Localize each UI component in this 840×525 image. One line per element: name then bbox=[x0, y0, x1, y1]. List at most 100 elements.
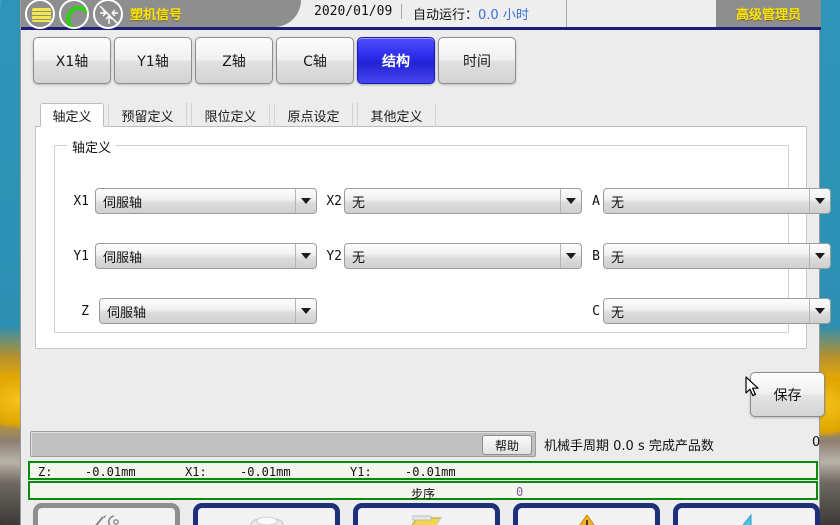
axis-select-value: 伺服轴 bbox=[103, 195, 143, 211]
axis-row: X1 伺服轴 X2 无 A 无 bbox=[55, 186, 831, 216]
nav-button-label: 结构 bbox=[382, 53, 410, 70]
chevron-down-icon[interactable] bbox=[809, 189, 830, 213]
axis-select-value: 无 bbox=[352, 195, 366, 211]
axis-row: Z 伺服轴 C 无 bbox=[55, 296, 831, 326]
nav-button-label: Y1轴 bbox=[137, 53, 169, 70]
tab-label: 其他定义 bbox=[370, 109, 423, 125]
axis-select-value: 无 bbox=[611, 195, 625, 211]
axis-label-c: C bbox=[592, 303, 600, 319]
nav-button-label: C轴 bbox=[303, 53, 327, 70]
axis-select-value: 无 bbox=[611, 305, 625, 321]
auto-runtime: 自动运行：0.0 小时 bbox=[413, 4, 529, 23]
nav-button-label: X1轴 bbox=[55, 53, 89, 70]
axis-definition-panel: 轴定义 X1 伺服轴 X2 无 A 无 Y1 伺服轴 Y2 无 B 无 Z 伺服轴 C 无 bbox=[35, 127, 831, 349]
nav-button-2[interactable]: Y1轴 bbox=[114, 37, 192, 84]
axis-select-y1[interactable]: 伺服轴 bbox=[95, 243, 317, 269]
auto-runtime-label: 自动运行： bbox=[413, 8, 479, 23]
chevron-down-icon[interactable] bbox=[560, 189, 581, 213]
monitor-button[interactable] bbox=[673, 503, 820, 525]
axis-readout-name: X1: bbox=[185, 465, 207, 479]
help-button[interactable]: 帮助 bbox=[482, 435, 532, 455]
axis-row: Y1 伺服轴 Y2 无 B 无 bbox=[55, 241, 831, 271]
nav-button-label: Z轴 bbox=[222, 53, 246, 70]
nav-button-4[interactable]: C轴 bbox=[276, 37, 354, 84]
axis-readout-value: -0.01mm bbox=[240, 465, 291, 479]
axis-definition-group: 轴定义 X1 伺服轴 X2 无 A 无 Y1 伺服轴 Y2 无 B 无 Z 伺服轴 C 无 bbox=[54, 137, 831, 333]
system-date: 2020/01/09 bbox=[314, 4, 403, 19]
bottom-toolbar bbox=[21, 503, 821, 525]
axis-select-x2[interactable]: 无 bbox=[344, 188, 582, 214]
sub-tab-row: 轴定义 预留定义 限位定义 原点设定 其他定义 bbox=[35, 103, 807, 127]
axis-label-a: A bbox=[592, 193, 600, 209]
nav-button-label: 时间 bbox=[463, 53, 491, 70]
cyan-wedge-icon bbox=[736, 513, 758, 525]
axis-label-y2: Y2 bbox=[326, 248, 342, 264]
nav-button-5[interactable]: 结构 bbox=[357, 37, 435, 84]
chevron-down-icon[interactable] bbox=[809, 299, 830, 323]
axis-label-z: Z bbox=[81, 303, 89, 319]
tab-label: 限位定义 bbox=[204, 109, 257, 125]
chevron-down-icon[interactable] bbox=[295, 299, 316, 323]
tab-2[interactable]: 预留定义 bbox=[108, 103, 187, 127]
file-button[interactable] bbox=[353, 503, 500, 525]
axis-readout-name: Z: bbox=[38, 465, 53, 479]
application-window: 塑机信号 2020/01/09 自动运行：0.0 小时 高级管理员 X1轴 Y1轴… bbox=[20, 0, 831, 525]
alarm-button[interactable] bbox=[513, 503, 660, 525]
axis-select-a[interactable]: 无 bbox=[603, 188, 831, 214]
chevron-down-icon[interactable] bbox=[560, 244, 581, 268]
axis-label-x1: X1 bbox=[73, 193, 89, 209]
axis-select-x1[interactable]: 伺服轴 bbox=[95, 188, 317, 214]
wrench-pen-icon bbox=[90, 514, 124, 525]
nav-button-6[interactable]: 时间 bbox=[438, 37, 516, 84]
save-button[interactable]: 保存 bbox=[750, 372, 825, 417]
folder-icon bbox=[407, 514, 447, 525]
axis-readout-value: -0.01mm bbox=[405, 465, 456, 479]
axis-label-x2: X2 bbox=[326, 193, 342, 209]
tab-label: 原点设定 bbox=[287, 109, 340, 125]
nav-button-1[interactable]: X1轴 bbox=[33, 37, 111, 84]
chevron-down-icon[interactable] bbox=[295, 189, 316, 213]
header-bar: 塑机信号 2020/01/09 自动运行：0.0 小时 高级管理员 bbox=[21, 0, 821, 30]
axis-select-value: 无 bbox=[611, 250, 625, 266]
tab-4[interactable]: 原点设定 bbox=[274, 103, 353, 127]
hand-icon bbox=[25, 0, 55, 29]
no-entry-arrows-icon bbox=[93, 0, 123, 29]
header-divider bbox=[566, 0, 567, 27]
axis-select-value: 伺服轴 bbox=[103, 250, 143, 266]
tab-label: 轴定义 bbox=[52, 109, 92, 125]
tools-button[interactable] bbox=[33, 503, 180, 525]
axis-select-value: 伺服轴 bbox=[107, 305, 147, 321]
axis-select-c[interactable]: 无 bbox=[603, 298, 831, 324]
axis-readout-bar: Z: -0.01mm X1: -0.01mm Y1: -0.01mm bbox=[28, 461, 818, 480]
axis-select-y2[interactable]: 无 bbox=[344, 243, 582, 269]
axis-readout-value: -0.01mm bbox=[85, 465, 136, 479]
auto-runtime-value: 0.0 bbox=[478, 8, 499, 23]
molding-signal-label: 塑机信号 bbox=[130, 8, 183, 23]
tab-1[interactable]: 轴定义 bbox=[40, 103, 104, 127]
axis-nav-row: X1轴 Y1轴 Z轴 C轴 结构 时间 bbox=[21, 33, 821, 87]
cycle-info: 机械手周期 0.0 s 完成产品数 bbox=[544, 439, 714, 454]
axis-select-value: 无 bbox=[352, 250, 366, 266]
axis-label-y1: Y1 bbox=[73, 248, 89, 264]
axis-select-z[interactable]: 伺服轴 bbox=[99, 298, 317, 324]
tab-3[interactable]: 限位定义 bbox=[191, 103, 270, 127]
axis-label-b: B bbox=[592, 248, 600, 264]
header-status-cluster: 塑机信号 bbox=[21, 0, 301, 29]
message-bar: 帮助 bbox=[30, 431, 536, 457]
step-value: 0 bbox=[516, 485, 524, 499]
chevron-down-icon[interactable] bbox=[295, 244, 316, 268]
chevron-down-icon[interactable] bbox=[809, 244, 830, 268]
user-role-badge: 高级管理员 bbox=[716, 0, 821, 27]
nav-button-3[interactable]: Z轴 bbox=[195, 37, 273, 84]
mold-button[interactable] bbox=[193, 503, 340, 525]
axis-select-b[interactable]: 无 bbox=[603, 243, 831, 269]
product-count: 0 bbox=[812, 435, 821, 450]
group-title: 轴定义 bbox=[67, 137, 117, 156]
tab-label: 预留定义 bbox=[121, 109, 174, 125]
axis-readout-name: Y1: bbox=[350, 465, 372, 479]
step-label: 步序 bbox=[410, 487, 435, 501]
tab-5[interactable]: 其他定义 bbox=[357, 103, 436, 127]
auto-runtime-unit: 小时 bbox=[502, 8, 529, 23]
warning-icon bbox=[575, 514, 599, 525]
step-readout-bar: 步序 0 bbox=[28, 481, 818, 501]
